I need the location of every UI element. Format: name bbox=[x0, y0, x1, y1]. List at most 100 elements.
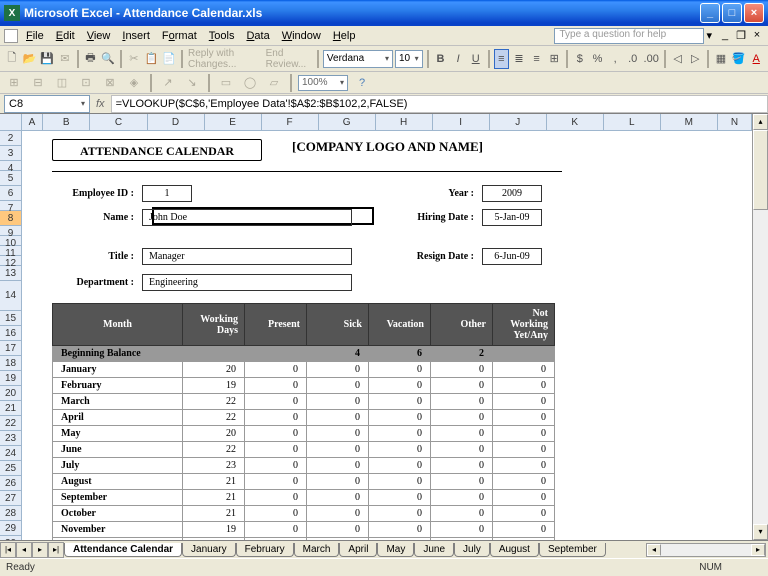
italic-button[interactable]: I bbox=[450, 49, 466, 69]
align-right-button[interactable]: ≡ bbox=[529, 49, 545, 69]
row-header-16[interactable]: 16 bbox=[0, 326, 21, 341]
table-cell[interactable]: 0 bbox=[245, 442, 307, 458]
currency-button[interactable]: $ bbox=[572, 49, 588, 69]
percent-button[interactable]: % bbox=[590, 49, 606, 69]
table-cell[interactable]: February bbox=[53, 378, 183, 394]
table-cell[interactable]: 0 bbox=[307, 522, 369, 538]
tab-prev-button[interactable]: ◂ bbox=[16, 542, 32, 558]
table-cell[interactable]: 0 bbox=[493, 378, 555, 394]
new-icon[interactable]: 🗋 bbox=[4, 49, 20, 69]
table-cell[interactable]: 0 bbox=[369, 538, 431, 541]
sheet-tab[interactable]: July bbox=[454, 543, 490, 557]
tab-next-button[interactable]: ▸ bbox=[32, 542, 48, 558]
sheet-tab[interactable]: April bbox=[339, 543, 377, 557]
row-header-6[interactable]: 6 bbox=[0, 186, 21, 201]
table-cell[interactable]: 0 bbox=[493, 458, 555, 474]
row-header-20[interactable]: 20 bbox=[0, 386, 21, 401]
menu-help[interactable]: Help bbox=[327, 28, 362, 44]
vertical-scrollbar[interactable]: ▴ ▾ bbox=[752, 114, 768, 540]
attendance-table[interactable]: MonthWorking DaysPresentSickVacationOthe… bbox=[52, 303, 555, 540]
table-cell[interactable]: June bbox=[53, 442, 183, 458]
row-header-4[interactable]: 4 bbox=[0, 161, 21, 171]
table-cell[interactable]: 0 bbox=[369, 522, 431, 538]
tb2-icon7[interactable]: ↗ bbox=[158, 73, 178, 93]
table-cell[interactable]: 0 bbox=[369, 442, 431, 458]
row-header-2[interactable]: 2 bbox=[0, 131, 21, 146]
row-header-5[interactable]: 5 bbox=[0, 171, 21, 186]
sheet-tab[interactable]: Attendance Calendar bbox=[64, 543, 182, 557]
tb2-icon9[interactable]: ▭ bbox=[216, 73, 236, 93]
table-cell[interactable]: 0 bbox=[431, 458, 493, 474]
tb2-icon8[interactable]: ↘ bbox=[182, 73, 202, 93]
row-header-24[interactable]: 24 bbox=[0, 446, 21, 461]
inc-decimal-button[interactable]: .0 bbox=[625, 49, 641, 69]
tab-last-button[interactable]: ▸| bbox=[48, 542, 64, 558]
table-cell[interactable]: 0 bbox=[431, 474, 493, 490]
menu-window[interactable]: Window bbox=[276, 28, 327, 44]
table-cell[interactable] bbox=[245, 346, 307, 362]
preview-icon[interactable]: 🔍 bbox=[100, 49, 116, 69]
bold-button[interactable]: B bbox=[433, 49, 449, 69]
scroll-thumb[interactable] bbox=[753, 130, 768, 210]
table-cell[interactable]: 0 bbox=[369, 378, 431, 394]
col-header-G[interactable]: G bbox=[319, 114, 376, 130]
table-cell[interactable]: 0 bbox=[369, 362, 431, 378]
table-cell[interactable]: 0 bbox=[307, 490, 369, 506]
help-icon[interactable]: ? bbox=[352, 73, 372, 93]
sheet-tab[interactable]: May bbox=[377, 543, 414, 557]
tab-first-button[interactable]: |◂ bbox=[0, 542, 16, 558]
table-cell[interactable]: 22 bbox=[183, 410, 245, 426]
hscroll-right-button[interactable]: ▸ bbox=[751, 544, 765, 556]
sheet-tab[interactable]: February bbox=[236, 543, 294, 557]
table-cell[interactable]: 0 bbox=[493, 522, 555, 538]
row-header-14[interactable]: 14 bbox=[0, 281, 21, 311]
dec-decimal-button[interactable]: .00 bbox=[643, 49, 660, 69]
row-header-29[interactable]: 29 bbox=[0, 521, 21, 536]
row-header-25[interactable]: 25 bbox=[0, 461, 21, 476]
maximize-button[interactable]: □ bbox=[722, 3, 742, 23]
col-header-M[interactable]: M bbox=[661, 114, 718, 130]
doc-min-icon[interactable] bbox=[4, 29, 18, 43]
row-header-7[interactable]: 7 bbox=[0, 201, 21, 211]
worksheet[interactable]: ATTENDANCE CALENDAR [COMPANY LOGO AND NA… bbox=[22, 131, 752, 540]
table-cell[interactable]: 22 bbox=[183, 394, 245, 410]
menu-file[interactable]: File bbox=[20, 28, 50, 44]
row-header-10[interactable]: 10 bbox=[0, 236, 21, 246]
print-icon[interactable]: 🖶 bbox=[83, 49, 99, 69]
scroll-down-button[interactable]: ▾ bbox=[753, 524, 768, 540]
resign-field[interactable]: 6-Jun-09 bbox=[482, 248, 542, 265]
table-cell[interactable]: January bbox=[53, 362, 183, 378]
minimize-button[interactable]: _ bbox=[700, 3, 720, 23]
sheet-tab[interactable]: June bbox=[414, 543, 454, 557]
tb2-icon11[interactable]: ▱ bbox=[264, 73, 284, 93]
row-header-30[interactable]: 30 bbox=[0, 536, 21, 540]
table-cell[interactable]: Beginning Balance bbox=[53, 346, 183, 362]
table-cell[interactable]: 0 bbox=[307, 426, 369, 442]
align-left-button[interactable]: ≡ bbox=[494, 49, 510, 69]
row-header-22[interactable]: 22 bbox=[0, 416, 21, 431]
menu-view[interactable]: View bbox=[81, 28, 117, 44]
col-header-H[interactable]: H bbox=[376, 114, 433, 130]
table-cell[interactable]: 21 bbox=[183, 506, 245, 522]
tb2-icon4[interactable]: ⊡ bbox=[76, 73, 96, 93]
row-header-13[interactable]: 13 bbox=[0, 266, 21, 281]
table-cell[interactable]: 0 bbox=[493, 426, 555, 442]
font-color-button[interactable]: A bbox=[748, 49, 764, 69]
menu-insert[interactable]: Insert bbox=[116, 28, 156, 44]
row-header-19[interactable]: 19 bbox=[0, 371, 21, 386]
table-cell[interactable]: October bbox=[53, 506, 183, 522]
merge-button[interactable]: ⊞ bbox=[546, 49, 562, 69]
row-header-18[interactable]: 18 bbox=[0, 356, 21, 371]
fill-color-button[interactable]: 🪣 bbox=[731, 49, 747, 69]
table-cell[interactable]: 0 bbox=[493, 506, 555, 522]
sheet-tab[interactable]: August bbox=[490, 543, 539, 557]
row-header-9[interactable]: 9 bbox=[0, 226, 21, 236]
table-cell[interactable]: July bbox=[53, 458, 183, 474]
col-header-F[interactable]: F bbox=[262, 114, 319, 130]
name-field[interactable]: John Doe bbox=[142, 209, 352, 226]
tb2-icon2[interactable]: ⊟ bbox=[28, 73, 48, 93]
col-header-E[interactable]: E bbox=[205, 114, 262, 130]
formula-input[interactable]: =VLOOKUP($C$6,'Employee Data'!$A$2:$B$10… bbox=[111, 95, 768, 113]
table-cell[interactable]: 0 bbox=[245, 538, 307, 541]
hscroll-left-button[interactable]: ◂ bbox=[647, 544, 661, 556]
